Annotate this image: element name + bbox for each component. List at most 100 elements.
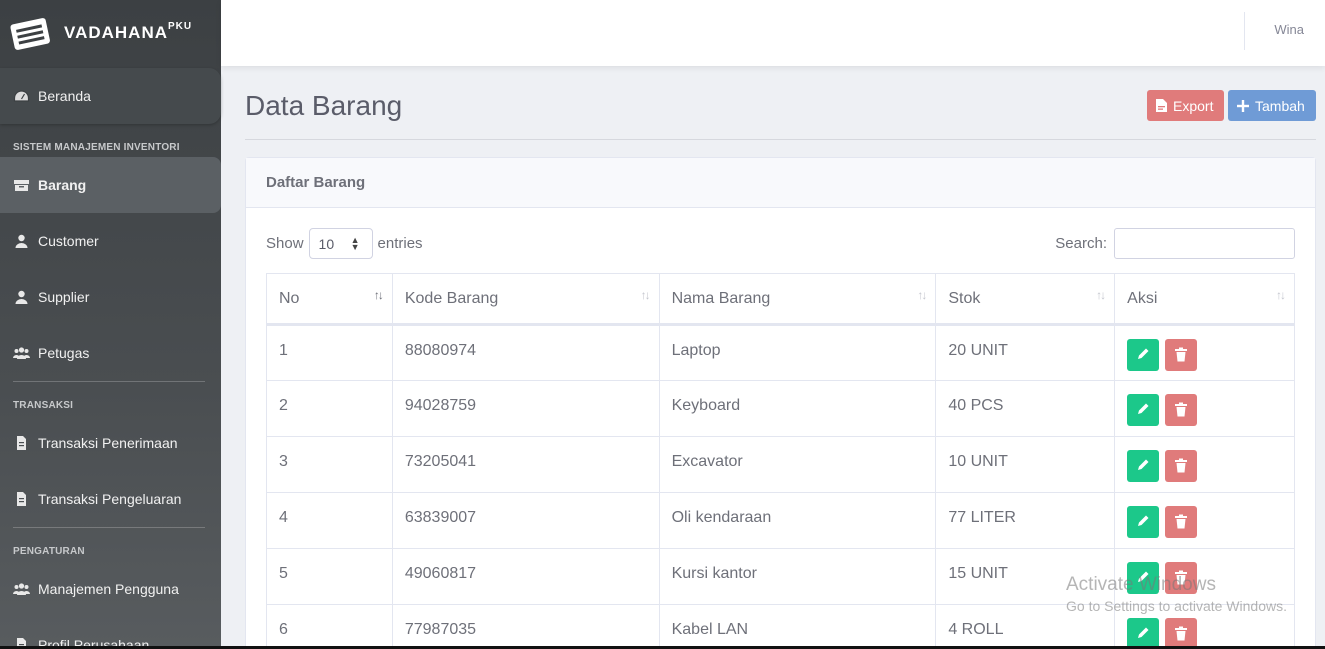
brand[interactable]: VADAHANAPKU [0,0,221,66]
add-button[interactable]: Tambah [1228,90,1316,121]
topbar-divider [1244,12,1245,50]
table-cell: 6 [266,604,393,649]
sidebar-item-label: Petugas [38,345,90,361]
table-controls: Show 10 ▲ ▼ entries Search: [246,208,1315,274]
user-icon [15,234,28,248]
sidebar-item-manajemen-pengguna[interactable]: Manajemen Pengguna [0,561,221,617]
table-cell: 1 [266,324,393,381]
sort-icon: ↑↓ [917,288,927,302]
sidebar-item-label: Manajemen Pengguna [38,581,179,597]
add-label: Tambah [1255,97,1305,114]
entries-control: Show 10 ▲ ▼ entries [266,228,423,259]
sidebar-item-label: Beranda [38,88,91,104]
main-content: Data Barang Export Tambah Daftar Barang … [245,66,1316,649]
select-arrows-icon: ▲ ▼ [350,235,360,252]
sidebar-item-profil-perusahaan[interactable]: Profil Perusahaan [0,617,221,649]
sidebar: VADAHANAPKU Beranda SISTEM MANAJEMEN INV… [0,0,221,649]
sidebar-item-label: Transaksi Penerimaan [38,435,178,451]
delete-button[interactable] [1164,618,1197,649]
document-icon [17,492,26,506]
nav-heading: TRANSAKSI [13,400,74,411]
plus-icon [1237,99,1249,112]
entries-value: 10 [318,235,335,252]
table-cell: Laptop [658,324,937,381]
sidebar-item-label: Barang [38,177,87,193]
users-icon [13,583,30,595]
users-icon [13,347,30,359]
action-cell [1114,492,1295,549]
sidebar-item-label: Supplier [38,289,90,305]
pencil-icon [1138,348,1149,359]
sidebar-item-beranda[interactable]: Beranda [0,68,221,124]
table-row: 3 73205041 Excavator 10 UNIT [266,436,1295,493]
edit-button[interactable] [1127,450,1160,482]
page-title: Data Barang [245,90,403,121]
column-header-no[interactable]: No ↑↓ [266,273,393,326]
export-label: Export [1173,97,1214,114]
table-cell: Keyboard [658,380,937,437]
delete-button[interactable] [1164,450,1197,482]
column-header-stok[interactable]: Stok ↑↓ [935,273,1116,326]
sort-icon: ↑↓ [373,288,384,302]
edit-button[interactable] [1127,394,1160,426]
column-header-aksi[interactable]: Aksi ↑↓ [1114,273,1295,326]
table-cell: 4 [266,492,393,549]
table-cell: 2 [266,380,393,437]
search-input[interactable] [1114,228,1295,259]
sidebar-item-transaksi-pengeluaran[interactable]: Transaksi Pengeluaran [0,471,221,527]
table-cell: Kabel LAN [658,604,937,649]
sidebar-item-customer[interactable]: Customer [0,213,221,269]
user-menu[interactable]: Wina [1274,22,1304,37]
page-header: Data Barang Export Tambah [245,66,1316,140]
pencil-icon [1138,403,1149,414]
export-button[interactable]: Export [1147,90,1224,121]
nav-heading: PENGATURAN [13,546,85,557]
box-icon [14,180,29,191]
logo-icon [10,18,50,50]
table-cell: 73205041 [391,436,660,493]
entries-select[interactable]: 10 ▲ ▼ [308,228,373,259]
pencil-icon [1138,515,1149,526]
edit-button[interactable] [1127,506,1160,538]
delete-button[interactable] [1164,506,1197,538]
windows-watermark: Activate Windows Go to Settings to activ… [1066,574,1287,614]
edit-button[interactable] [1127,618,1160,649]
sidebar-item-barang[interactable]: Barang [0,157,221,213]
table-cell: 94028759 [391,380,660,437]
sidebar-item-petugas[interactable]: Petugas [0,325,221,381]
column-header-kode[interactable]: Kode Barang ↑↓ [391,273,660,326]
table-cell: 77987035 [391,604,660,649]
table-cell: 10 UNIT [935,436,1116,493]
edit-button[interactable] [1127,339,1160,371]
sidebar-item-supplier[interactable]: Supplier [0,269,221,325]
delete-button[interactable] [1164,339,1197,371]
table-cell: Kursi kantor [658,548,937,605]
brand-name: VADAHANAPKU [64,21,193,42]
topbar: Wina [221,0,1325,66]
table-cell: Oli kendaraan [658,492,937,549]
table-cell: 3 [266,436,393,493]
sort-icon: ↑↓ [640,288,651,302]
user-icon [15,290,28,304]
table-row: 4 63839007 Oli kendaraan 77 LITER [266,492,1295,549]
table-cell: 49060817 [391,548,660,605]
table-cell: 88080974 [391,324,660,381]
column-header-nama[interactable]: Nama Barang ↑↓ [658,273,937,326]
search-control: Search: [1055,228,1295,259]
delete-button[interactable] [1164,394,1197,426]
search-label: Search: [1055,235,1107,252]
action-cell [1114,324,1295,381]
show-label: Show [266,235,304,252]
pencil-icon [1138,627,1149,638]
dashboard-icon [13,90,30,102]
document-icon [17,436,26,450]
nav-heading: SISTEM MANAJEMEN INVENTORI [13,142,180,153]
sidebar-item-transaksi-penerimaan[interactable]: Transaksi Penerimaan [0,415,221,471]
action-cell [1114,380,1295,437]
watermark-subtitle: Go to Settings to activate Windows. [1066,598,1287,614]
table-header-row: No ↑↓ Kode Barang ↑↓ Nama Barang ↑↓ Stok ↑↓ … [266,273,1295,326]
table-cell: Excavator [658,436,937,493]
sort-icon: ↑↓ [1276,288,1286,302]
entries-label: entries [377,235,423,252]
table-cell: 20 UNIT [935,324,1116,381]
